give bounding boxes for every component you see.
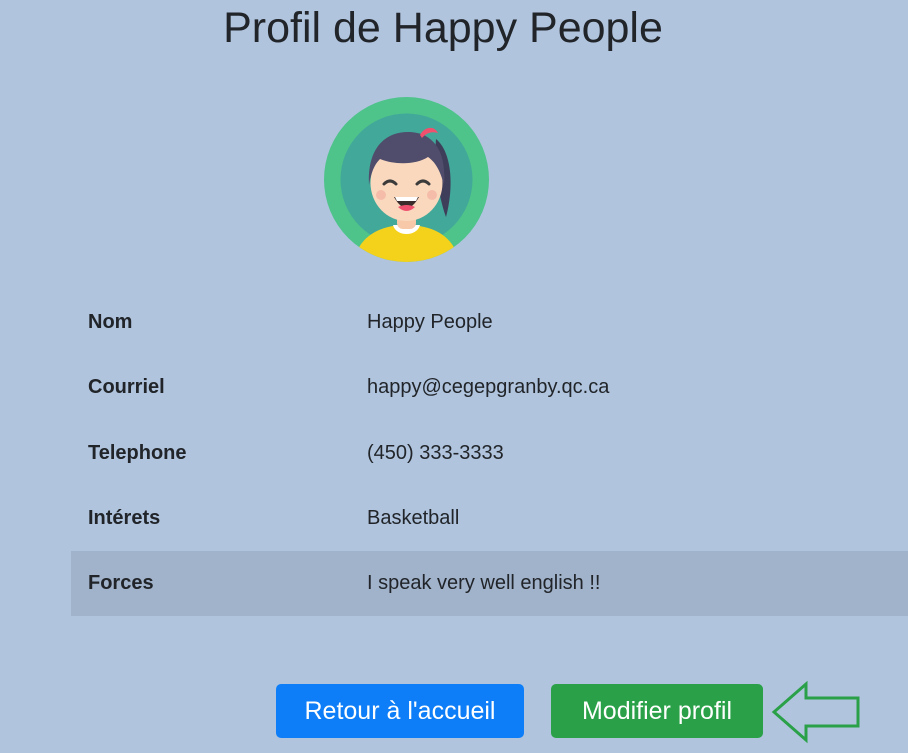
avatar [324,97,489,262]
name-value: Happy People [367,311,493,334]
interests-value: Basketball [367,507,460,530]
strengths-value: I speak very well english !! [367,572,601,595]
table-row-highlighted: Forces I speak very well english !! [71,551,908,617]
girl-avatar-icon [324,97,489,262]
interests-label: Intérets [88,507,161,530]
profile-details-table: Nom Happy People Courriel happy@cegepgra… [71,290,908,617]
email-label: Courriel [88,376,165,399]
name-label: Nom [88,311,133,334]
strengths-label: Forces [88,572,154,595]
edit-profile-button[interactable]: Modifier profil [551,684,763,738]
table-row: Courriel happy@cegepgranby.qc.ca [71,355,908,420]
table-row: Telephone (450) 333-3333 [71,421,908,486]
table-row: Nom Happy People [71,290,908,355]
email-value: happy@cegepgranby.qc.ca [367,376,610,399]
back-to-home-button[interactable]: Retour à l'accueil [276,684,524,738]
phone-label: Telephone [88,441,187,464]
phone-value: (450) 333-3333 [367,441,504,464]
table-row: Intérets Basketball [71,486,908,551]
page-title: Profil de Happy People [223,4,663,52]
left-arrow-icon [771,680,860,744]
